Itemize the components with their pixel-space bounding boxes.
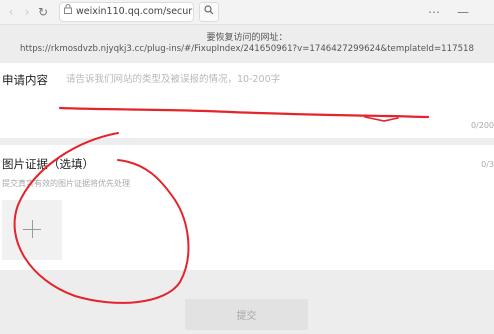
request-content-input[interactable] [66, 71, 486, 87]
restore-url-value: https://rkmosdvzb.njyqkj3.cc/plug-ins/#/… [20, 44, 474, 54]
browser-toolbar: ‹ › ↻ weixin110.qq.com/security/ ⋯ — [0, 0, 494, 25]
request-content-label: 申请内容 [2, 73, 48, 87]
lock-icon [64, 3, 72, 21]
add-image-button[interactable] [2, 200, 62, 260]
restore-url-title: 要恢复访问的网址： [206, 33, 288, 43]
reload-icon[interactable]: ↻ [34, 3, 52, 21]
request-content-card: 申请内容 0/200 [0, 63, 494, 138]
minimize-icon[interactable]: — [454, 3, 472, 21]
address-url: weixin110.qq.com/security/ [76, 6, 193, 17]
address-bar[interactable]: weixin110.qq.com/security/ [59, 2, 194, 22]
image-evidence-counter: 0/3 [481, 160, 494, 169]
search-icon[interactable] [199, 2, 219, 22]
image-evidence-hint: 提交真实有效的图片证据将优先处理 [2, 179, 130, 188]
image-evidence-card: 图片证据（选填） 0/3 提交真实有效的图片证据将优先处理 [0, 145, 494, 270]
image-evidence-label: 图片证据（选填） [2, 157, 94, 171]
request-char-counter: 0/200 [470, 121, 494, 130]
submit-button[interactable]: 提交 [185, 299, 308, 330]
more-icon[interactable]: ⋯ [425, 3, 443, 21]
